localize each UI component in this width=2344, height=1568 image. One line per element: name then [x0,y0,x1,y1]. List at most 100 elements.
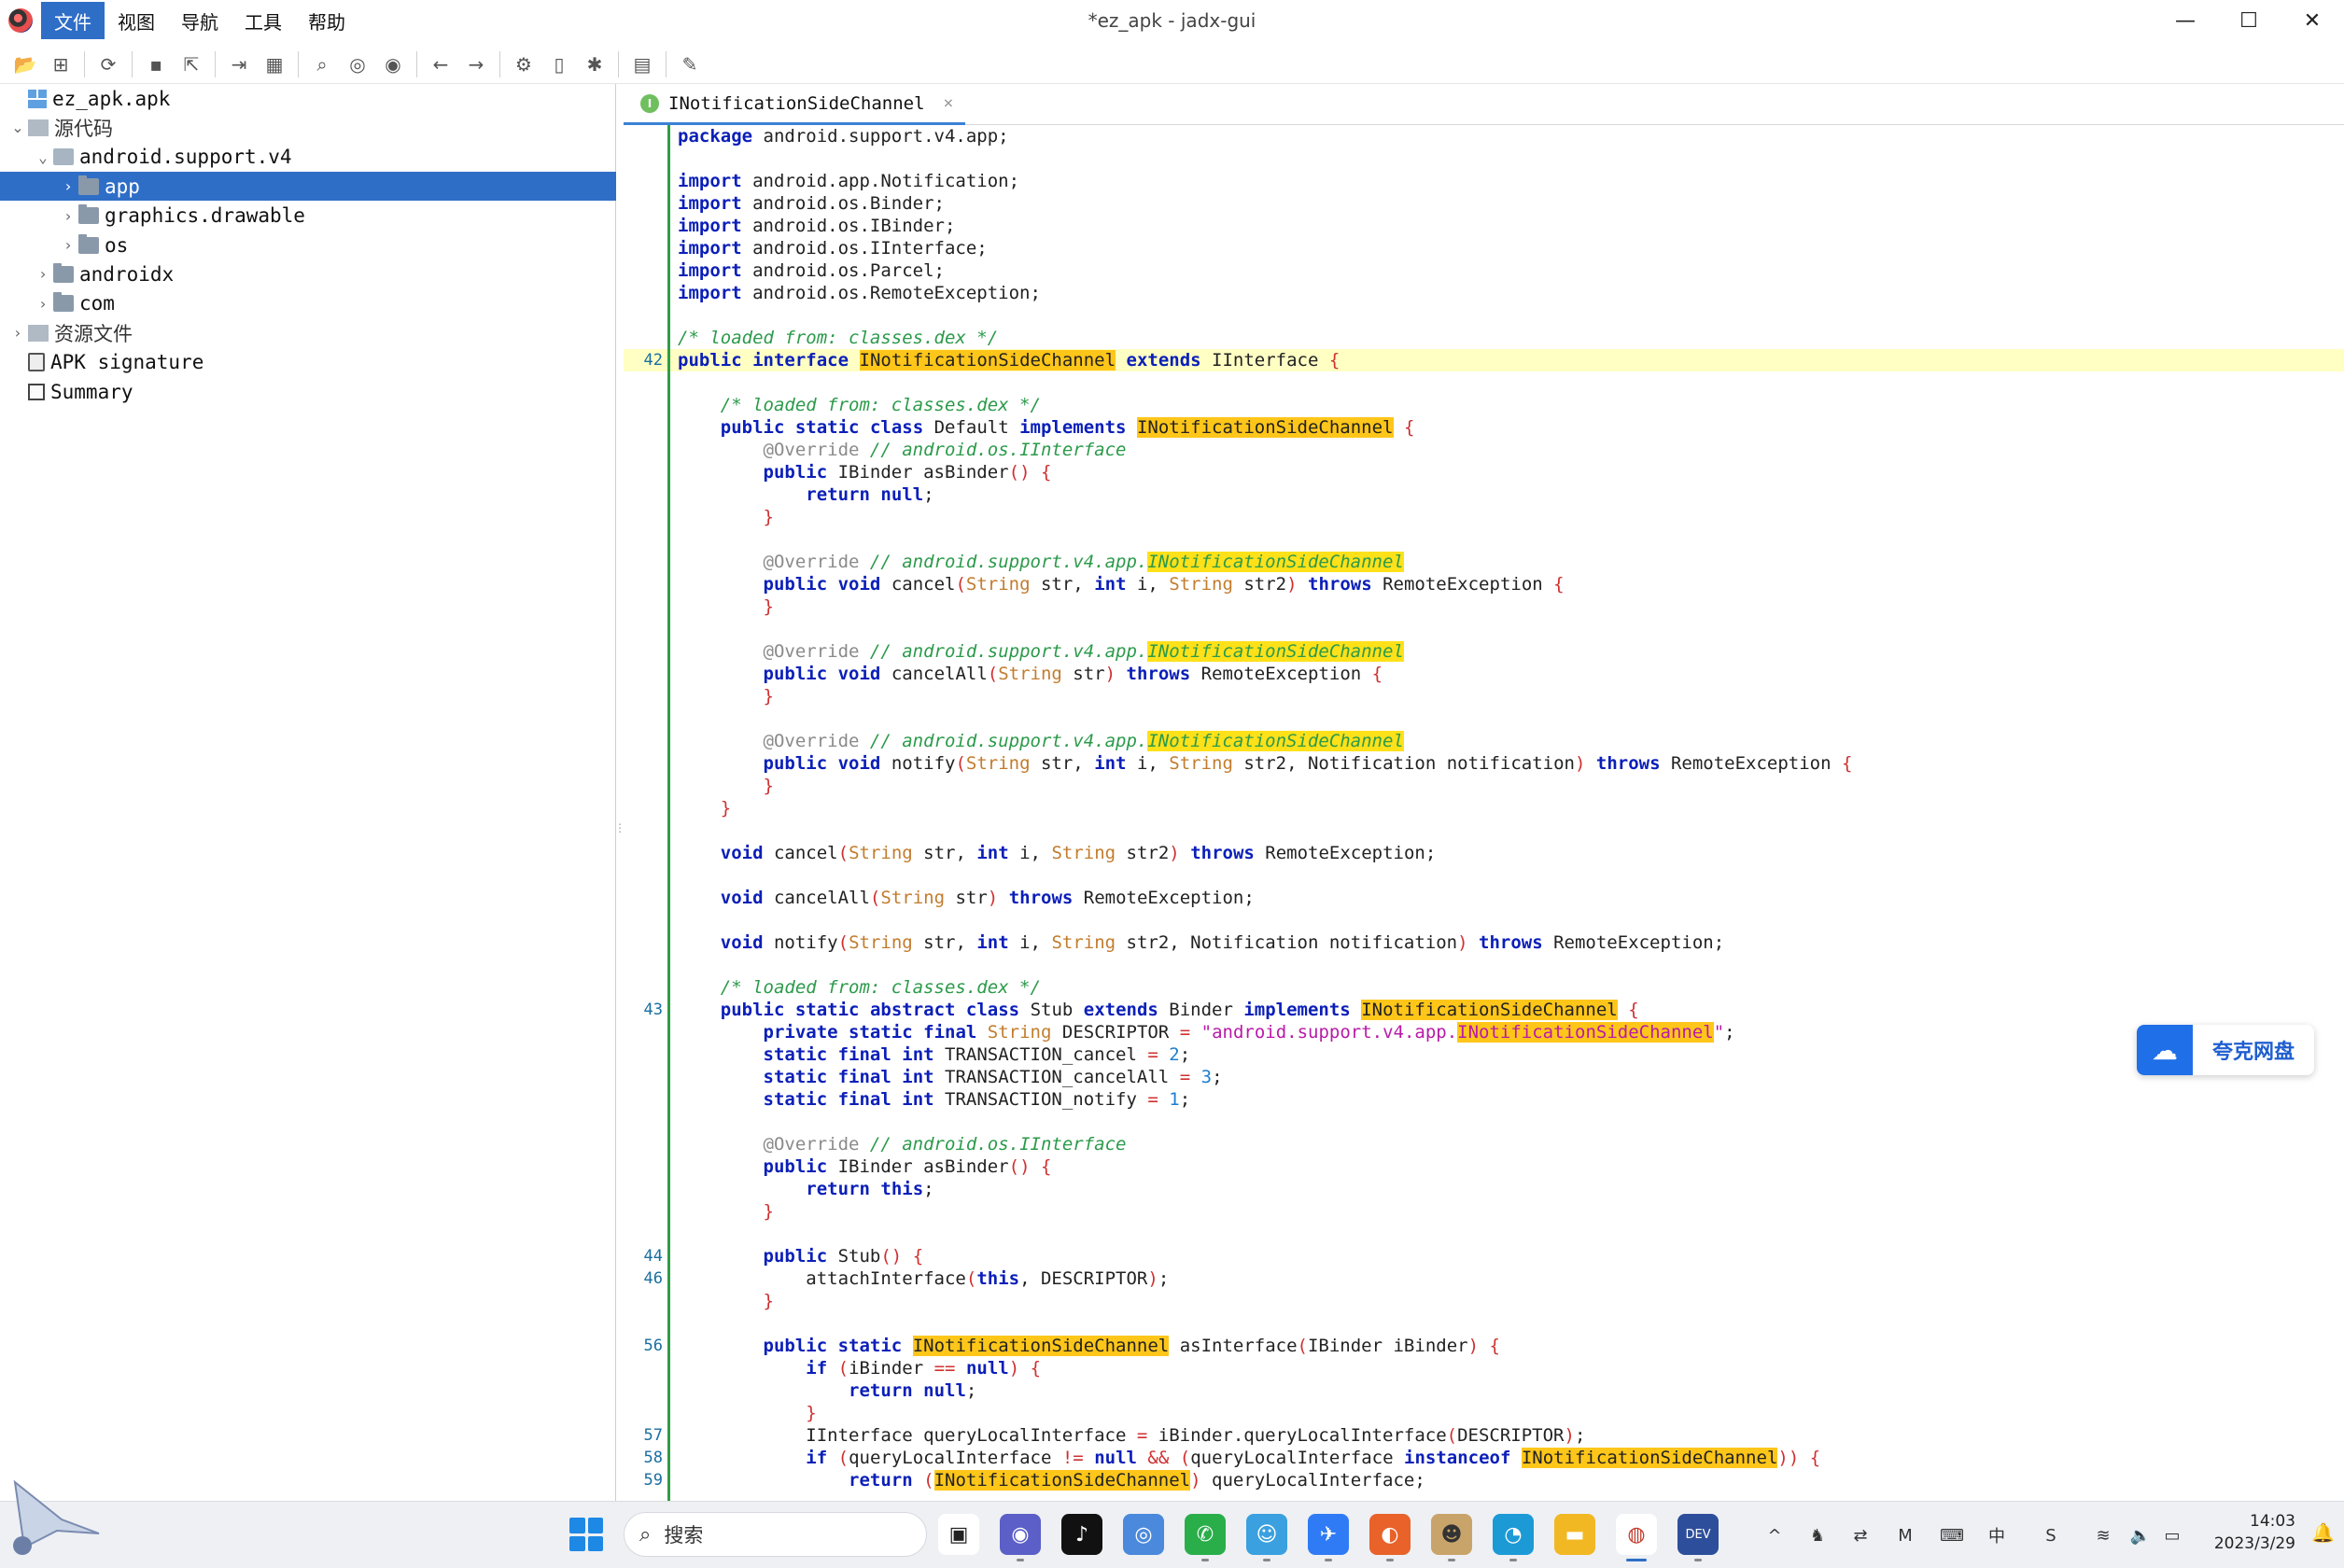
line-number: 58 [643,1449,663,1467]
quark-drive-widget[interactable]: ☁ 夸克网盘 [2137,1025,2314,1075]
collapsed-arrow-icon[interactable]: › [33,295,53,313]
code-text: import android.app.Notification; [678,171,1020,191]
code-text: @Override // android.os.IInterface [763,1134,1127,1155]
save-icon[interactable]: ▪ [138,47,174,82]
code-line: return null; [624,1379,2344,1402]
maximize-button[interactable]: ☐ [2217,0,2281,41]
bookmark-icon[interactable]: ▯ [541,47,577,82]
tree-item[interactable]: › graphics.drawable [0,202,616,231]
deobfuscation-icon[interactable]: ⚙ [506,47,541,82]
code-text: @Override // android.support.v4.app.INot… [763,641,1404,662]
avatar-app-icon[interactable]: ☻ [1431,1514,1472,1555]
wechat-icon[interactable]: ✆ [1185,1514,1226,1555]
code-area[interactable]: package android.support.v4.app; import an… [624,125,2344,1501]
tree-item[interactable]: Summary [0,377,616,406]
tree-item-label: app [105,175,140,198]
toolbar-separator [215,50,216,77]
collapsed-arrow-icon[interactable]: › [7,324,28,342]
chat-icon[interactable]: ◉ [1000,1514,1041,1555]
tree-item[interactable]: ⌄ 源代码 [0,113,616,142]
code-line: 56 public static INotificationSideChanne… [624,1335,2344,1357]
line-number: 44 [643,1247,663,1266]
battery-icon[interactable]: ▭ [2158,1521,2186,1549]
close-tab-icon[interactable]: × [944,93,954,113]
collapsed-arrow-icon[interactable]: › [58,236,78,254]
code-line: public IBinder asBinder() { [624,1155,2344,1178]
keyboard-icon[interactable]: ⌨ [1938,1521,1966,1549]
tree-item-label: androidx [79,262,175,286]
tree-item[interactable]: ez_apk.apk [0,84,616,113]
expanded-arrow-icon[interactable]: ⌄ [7,119,28,136]
firefox-icon[interactable]: ◐ [1369,1514,1411,1555]
back-icon[interactable]: ← [423,47,458,82]
start-button[interactable] [569,1518,603,1551]
splitter-handle[interactable]: ⋮ [614,821,625,840]
collapsed-arrow-icon[interactable]: › [58,177,78,195]
menu-item-0[interactable]: 文件 [41,2,105,39]
collapsed-arrow-icon[interactable]: › [33,265,53,283]
code-text: public Stub() { [763,1246,924,1267]
find-class-icon[interactable]: ◎ [340,47,375,82]
ime-icon[interactable]: M [1891,1521,1919,1549]
wifi-icon[interactable]: ≋ [2089,1521,2117,1549]
code-line: 57 IInterface queryLocalInterface = iBin… [624,1424,2344,1447]
tree-item[interactable]: › androidx [0,259,616,288]
file-explorer-icon[interactable]: ▬ [1554,1514,1595,1555]
jadx-logo-icon[interactable] [0,0,41,41]
sync-icon[interactable]: ⇥ [221,47,257,82]
expanded-arrow-icon[interactable]: ⌄ [33,148,53,166]
tree-item[interactable]: › os [0,231,616,259]
close-window-button[interactable]: ✕ [2281,0,2344,41]
feishu-icon[interactable]: ✈ [1308,1514,1349,1555]
menu-item-2[interactable]: 导航 [168,2,232,39]
wps-icon[interactable]: S [2037,1521,2065,1549]
tree-item[interactable]: ⌄ android.support.v4 [0,143,616,172]
settings-icon[interactable]: ✎ [672,47,708,82]
log-icon[interactable]: ▤ [625,47,660,82]
line-number: 56 [643,1337,663,1355]
qq-panda-icon[interactable]: ☺ [1246,1514,1287,1555]
task-view-icon[interactable]: ▣ [938,1514,979,1555]
code-line: if (iBinder == null) { [624,1357,2344,1379]
devcpp-icon[interactable]: DEV [1677,1514,1719,1555]
tree-item[interactable]: › 资源文件 [0,318,616,347]
apk-icon [28,89,47,108]
show-hidden-icon[interactable]: ^ [1761,1521,1789,1549]
add-files-icon[interactable]: ⊞ [43,47,78,82]
code-text: public interface INotificationSideChanne… [678,350,1340,371]
sliders-icon[interactable]: ⇄ [1846,1521,1874,1549]
tree-item[interactable]: APK signature [0,348,616,377]
collapsed-arrow-icon[interactable]: › [58,207,78,225]
flatten-icon[interactable]: ▦ [257,47,292,82]
minimize-button[interactable]: — [2154,0,2217,41]
folder-icon [78,233,99,254]
menu-item-4[interactable]: 帮助 [295,2,358,39]
code-text: public void cancelAll(String str) throws… [763,664,1383,684]
tree-item[interactable]: › app [0,172,616,202]
input-lang-icon[interactable]: 中 [1983,1521,2011,1549]
find-usage-icon[interactable]: ◉ [375,47,411,82]
edge-icon[interactable]: ◔ [1493,1514,1534,1555]
debug-icon[interactable]: ✱ [577,47,612,82]
tiktok-icon[interactable]: ♪ [1061,1514,1102,1555]
search-icon[interactable]: ⌕ [304,47,340,82]
jadx-icon[interactable]: ◍ [1616,1514,1657,1555]
open-file-icon[interactable]: 📂 [7,47,43,82]
tab-inotificationsidechannel[interactable]: I INotificationSideChannel × [624,84,965,125]
taskbar-search[interactable]: ⌕ 搜索 [624,1512,927,1557]
volume-icon[interactable]: 🔈 [2126,1521,2155,1549]
export-icon[interactable]: ⇱ [174,47,209,82]
reload-icon[interactable]: ⟳ [91,47,126,82]
tree-item[interactable]: › com [0,289,616,318]
chrome-icon[interactable]: ◎ [1123,1514,1164,1555]
menu-item-1[interactable]: 视图 [105,2,168,39]
qq-tray-icon[interactable]: ♞ [1804,1521,1832,1549]
code-line: return this; [624,1178,2344,1200]
code-text: void notify(String str, int i, String st… [720,932,1725,953]
notification-bell-icon[interactable]: 🔔 [2311,1521,2335,1544]
forward-icon[interactable]: → [458,47,494,82]
tree-item-label: ez_apk.apk [52,87,171,110]
menu-item-3[interactable]: 工具 [232,2,295,39]
clock[interactable]: 14:03 2023/3/29 [2214,1510,2295,1555]
